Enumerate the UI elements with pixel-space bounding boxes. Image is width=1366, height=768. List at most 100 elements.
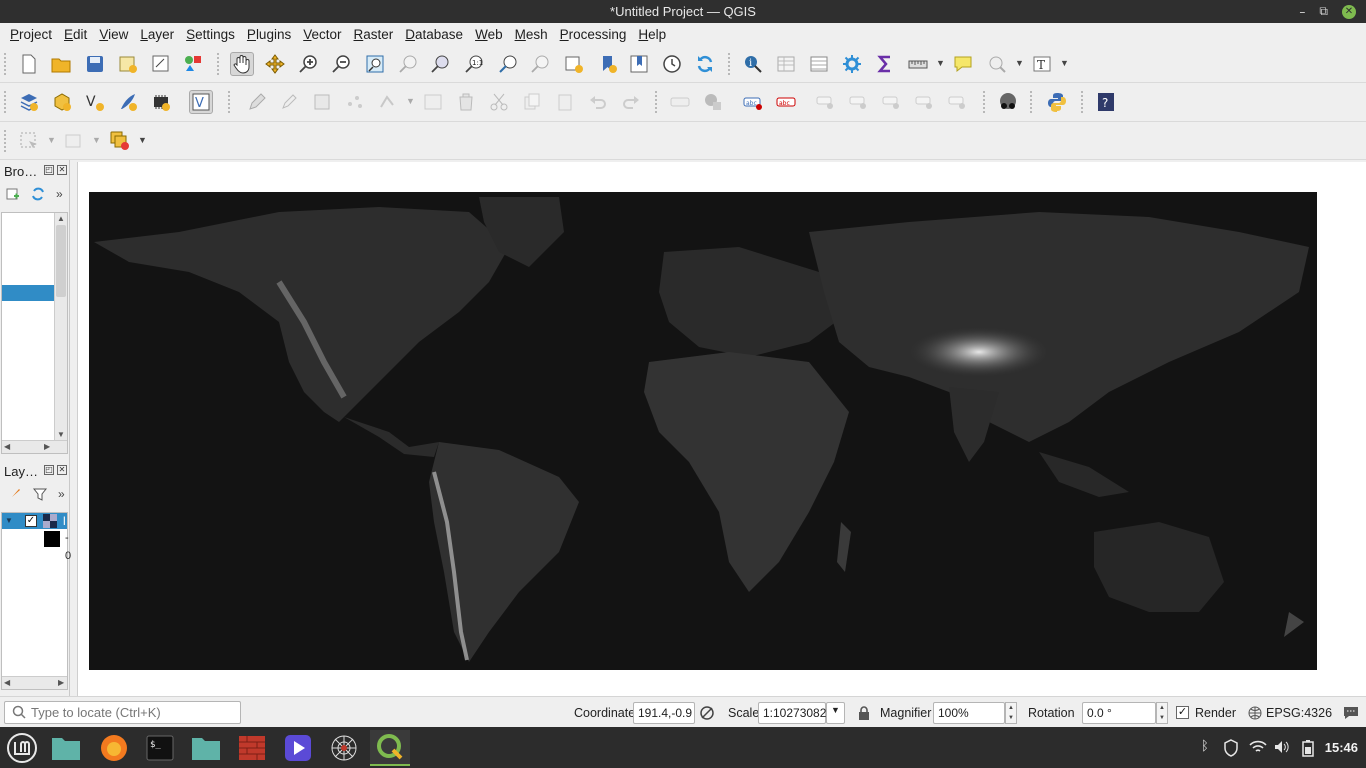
menu-layer[interactable]: Layer xyxy=(134,27,180,42)
refresh-button[interactable] xyxy=(693,52,717,76)
new-virtual-layer-button[interactable]: V xyxy=(189,90,213,114)
crs-label[interactable]: EPSG:4326 xyxy=(1266,706,1332,720)
spider-app-button[interactable] xyxy=(324,730,364,766)
show-hide-labels-button[interactable] xyxy=(847,90,871,114)
toggle-extents-icon[interactable] xyxy=(699,705,715,721)
toolbar-grip[interactable] xyxy=(228,91,232,113)
menu-view[interactable]: View xyxy=(93,27,134,42)
show-bookmarks-button[interactable] xyxy=(627,52,651,76)
lock-icon[interactable] xyxy=(857,705,871,721)
scroll-down-icon[interactable]: ▼ xyxy=(57,430,65,439)
spin-down-icon[interactable]: ▼ xyxy=(1159,715,1165,721)
scale-field[interactable]: 1:102730824 xyxy=(758,702,833,724)
select-value-dropdown-icon[interactable]: ▼ xyxy=(92,135,101,145)
menu-edit[interactable]: Edit xyxy=(58,27,93,42)
scale-dropdown-icon[interactable]: ▼ xyxy=(826,702,845,724)
menu-processing[interactable]: Processing xyxy=(554,27,633,42)
spin-down-icon[interactable]: ▼ xyxy=(1008,715,1014,721)
annotation-dropdown-icon[interactable]: ▼ xyxy=(1060,58,1069,68)
measure-line-button[interactable] xyxy=(906,52,930,76)
measure-dropdown-icon[interactable]: ▼ xyxy=(936,58,945,68)
statistical-summary-button[interactable] xyxy=(873,52,897,76)
toolbar-grip[interactable] xyxy=(4,130,8,152)
menu-mesh[interactable]: Mesh xyxy=(509,27,554,42)
bluetooth-icon[interactable]: ᛒ xyxy=(1201,739,1209,754)
delete-selected-button[interactable] xyxy=(454,90,478,114)
volume-icon[interactable] xyxy=(1274,740,1290,754)
change-label-button[interactable] xyxy=(946,90,970,114)
menu-database[interactable]: Database xyxy=(399,27,469,42)
zoom-to-selection-button[interactable] xyxy=(396,52,420,76)
open-attribute-table-button[interactable] xyxy=(774,52,798,76)
scroll-up-icon[interactable]: ▲ xyxy=(57,214,65,223)
temporal-controller-button[interactable] xyxy=(660,52,684,76)
pan-map-button[interactable] xyxy=(230,52,254,76)
close-icon[interactable]: ✕ xyxy=(1342,4,1356,19)
redo-button[interactable] xyxy=(619,90,643,114)
select-features-button[interactable] xyxy=(17,129,41,153)
scroll-right-icon[interactable]: ▶ xyxy=(58,678,64,687)
shield-icon[interactable] xyxy=(1223,739,1239,757)
zoom-in-button[interactable] xyxy=(296,52,320,76)
copy-features-button[interactable] xyxy=(520,90,544,114)
select-by-value-button[interactable] xyxy=(62,129,86,153)
spin-up-icon[interactable]: ▲ xyxy=(1159,705,1165,711)
toolbar-grip[interactable] xyxy=(655,91,659,113)
toolbar-grip[interactable] xyxy=(4,91,8,113)
zoom-full-button[interactable] xyxy=(363,52,387,76)
refresh-icon[interactable] xyxy=(30,186,46,202)
wifi-icon[interactable] xyxy=(1249,740,1267,754)
zoom-native-button[interactable]: 1:1 xyxy=(462,52,486,76)
osm-plugin-button[interactable] xyxy=(996,90,1020,114)
terminal-app-button[interactable]: $_ xyxy=(140,730,180,766)
magnifier-field[interactable]: 100% xyxy=(933,702,1005,724)
selected-tree-item[interactable] xyxy=(2,285,55,301)
rotate-label-button[interactable] xyxy=(913,90,937,114)
new-print-layout-button[interactable] xyxy=(116,52,140,76)
python-console-button[interactable] xyxy=(1045,90,1069,114)
vertex-dropdown-icon[interactable]: ▼ xyxy=(406,96,415,106)
add-point-feature-button[interactable] xyxy=(343,90,367,114)
crs-globe-icon[interactable] xyxy=(1248,706,1262,720)
map-canvas[interactable] xyxy=(77,162,1366,696)
mint-menu-button[interactable] xyxy=(2,730,42,766)
new-bookmark-button[interactable] xyxy=(596,52,620,76)
scrollbar-thumb[interactable] xyxy=(56,225,66,297)
text-annotation-button[interactable]: T xyxy=(1030,52,1054,76)
deselect-dropdown-icon[interactable]: ▼ xyxy=(138,135,147,145)
deselect-features-button[interactable] xyxy=(108,129,132,153)
new-project-button[interactable] xyxy=(17,52,41,76)
files-app-button[interactable] xyxy=(46,730,86,766)
menu-vector[interactable]: Vector xyxy=(297,27,347,42)
horizontal-scrollbar[interactable]: ◀ ▶ xyxy=(2,676,67,689)
toolbar-grip[interactable] xyxy=(1081,91,1085,113)
toggle-editing-button[interactable] xyxy=(277,90,301,114)
vertex-tool-button[interactable] xyxy=(376,90,400,114)
new-map-view-button[interactable] xyxy=(562,52,586,76)
maximize-icon[interactable]: ⧉ xyxy=(1319,4,1328,19)
select-dropdown-icon[interactable]: ▼ xyxy=(47,135,56,145)
clock[interactable]: 15:46 xyxy=(1325,740,1358,755)
save-edits-button[interactable] xyxy=(310,90,334,114)
modify-attributes-button[interactable] xyxy=(421,90,445,114)
statistics-summary-button[interactable] xyxy=(807,52,831,76)
layer-labeling-button[interactable]: abc xyxy=(741,90,765,114)
open-project-button[interactable] xyxy=(49,52,73,76)
new-temp-layer-button[interactable] xyxy=(149,90,173,114)
new-spatialite-button[interactable] xyxy=(116,90,140,114)
data-source-manager-button[interactable] xyxy=(17,90,41,114)
identify-features-button[interactable]: i xyxy=(741,52,765,76)
messages-icon[interactable] xyxy=(1343,705,1359,721)
minimize-icon[interactable]: – xyxy=(1299,5,1305,19)
current-edits-button[interactable] xyxy=(245,90,269,114)
menu-raster[interactable]: Raster xyxy=(348,27,400,42)
expand-arrow-icon[interactable]: ▼ xyxy=(5,516,13,525)
style-brush-icon[interactable] xyxy=(6,486,22,502)
new-geopackage-button[interactable] xyxy=(50,90,74,114)
close-panel-icon[interactable]: ✕ xyxy=(57,465,67,475)
scroll-left-icon[interactable]: ◀ xyxy=(4,442,10,451)
show-layout-button[interactable] xyxy=(985,52,1009,76)
locator-search-input[interactable]: Type to locate (Ctrl+K) xyxy=(4,701,241,724)
toolbar-grip[interactable] xyxy=(1030,91,1034,113)
move-label-button[interactable] xyxy=(880,90,904,114)
